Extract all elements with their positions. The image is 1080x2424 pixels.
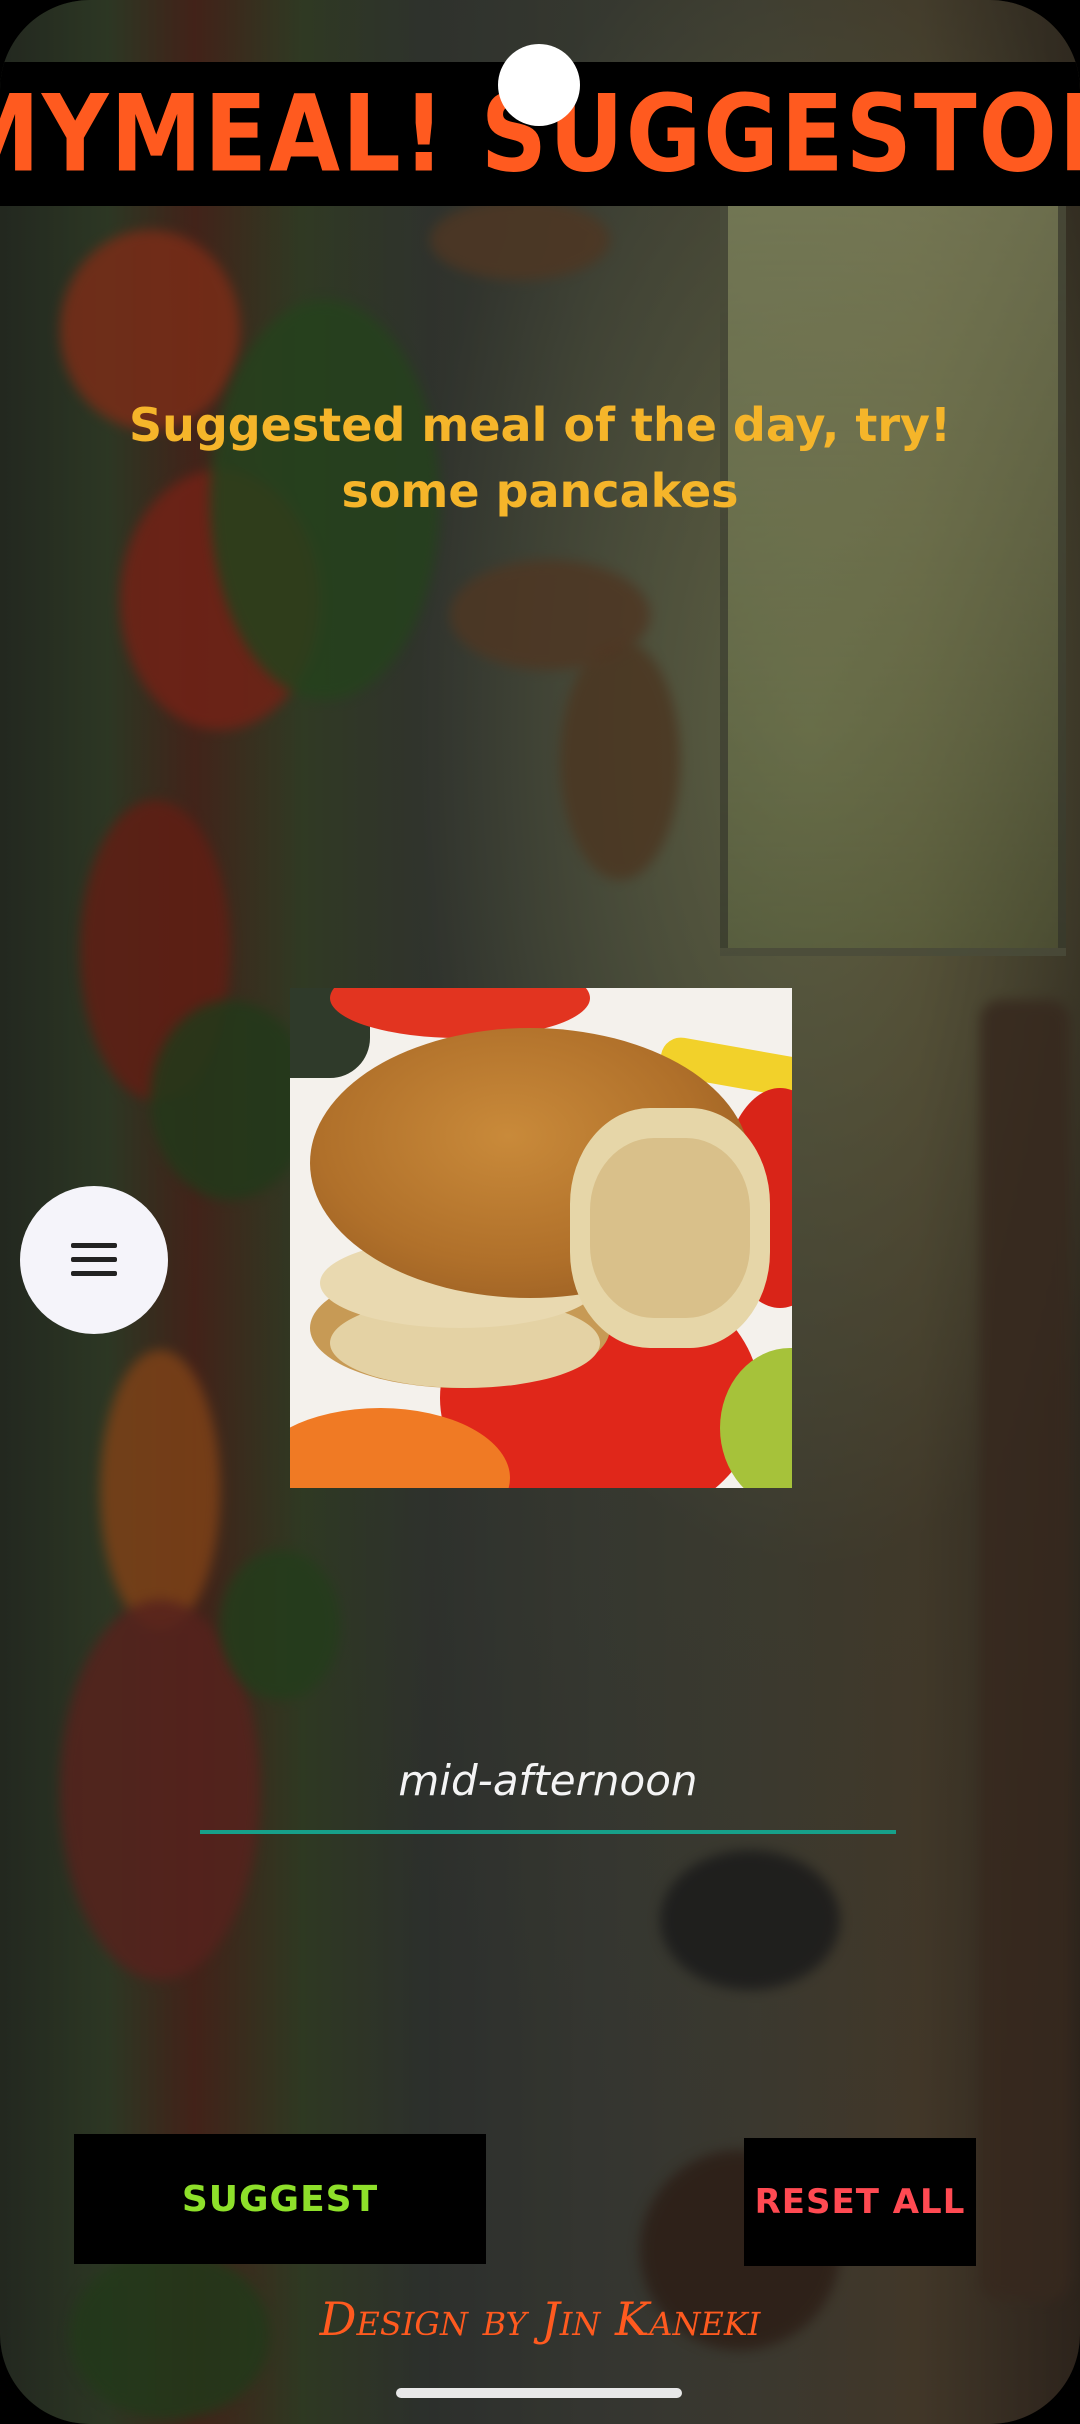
hamburger-menu-icon [71, 1243, 117, 1277]
home-indicator[interactable] [396, 2388, 682, 2398]
app-screen: MYMEAL! SUGGESTOR Suggested meal of the … [0, 0, 1080, 2424]
time-of-day-input[interactable] [200, 1730, 896, 1834]
menu-button[interactable] [20, 1186, 168, 1334]
suggestion-line-2: some pancakes [341, 464, 739, 518]
meal-image [290, 988, 792, 1488]
reset-all-button[interactable]: RESET ALL [744, 2138, 976, 2266]
camera-cutout [498, 44, 580, 126]
suggestion-line-1: Suggested meal of the day, try! [128, 398, 952, 452]
suggest-button[interactable]: SUGGEST [74, 2134, 486, 2264]
pancake-bite [590, 1138, 750, 1318]
design-credit: Design by Jin Kaneki [319, 2292, 761, 2346]
suggestion-text: Suggested meal of the day, try! some pan… [60, 392, 1020, 524]
